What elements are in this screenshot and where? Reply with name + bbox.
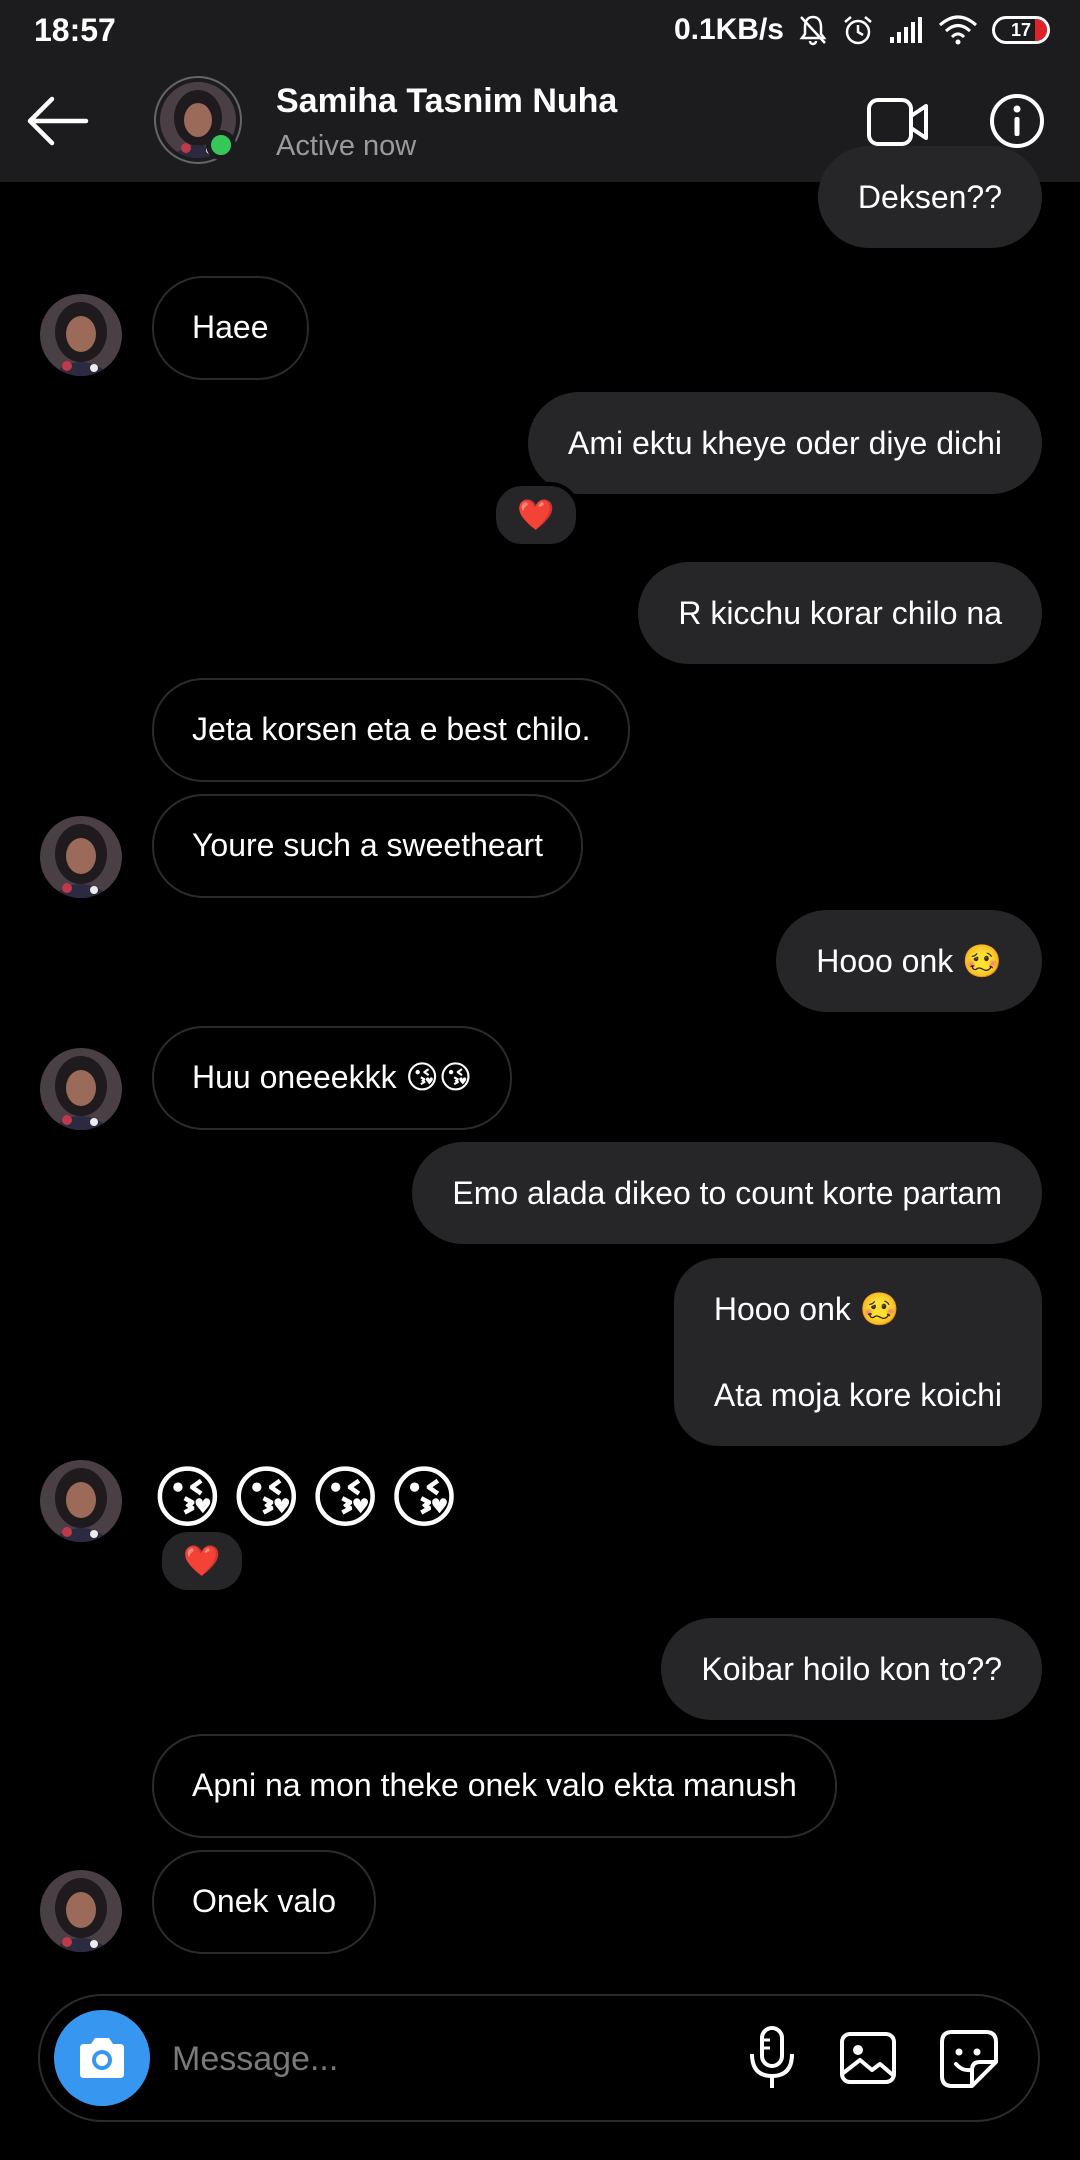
profile-photo: [40, 1870, 122, 1952]
message-bubble-received[interactable]: Huu oneeekkk 😘😘: [152, 1026, 513, 1130]
contact-status: Active now: [276, 130, 417, 162]
message-bubble-sent[interactable]: Deksen??: [817, 146, 1042, 248]
profile-photo: [40, 294, 122, 376]
message-bubble-sent[interactable]: Emo alada dikeo to count korte partam: [412, 1142, 1042, 1244]
contact-name[interactable]: Samiha Tasnim Nuha: [276, 82, 617, 121]
sender-avatar[interactable]: [40, 816, 122, 898]
status-icons: 0.1KB/s 17: [674, 10, 1050, 50]
mute-bell-icon: [799, 15, 827, 46]
status-time: 18:57: [34, 12, 116, 48]
message-bubble-sent[interactable]: Koibar hoilo kon to??: [661, 1618, 1042, 1720]
alarm-icon: [844, 16, 872, 45]
video-call-button[interactable]: [866, 96, 930, 148]
sender-avatar[interactable]: [40, 1048, 122, 1130]
kiss-emoji: 😘: [309, 1460, 381, 1536]
profile-photo: [40, 1048, 122, 1130]
message-bubble-sent[interactable]: Hooo onk 🥴: [776, 910, 1042, 1012]
signal-icon: [890, 17, 922, 43]
video-camera-icon: [867, 98, 928, 146]
status-bar: 18:57 0.1KB/s 17: [0, 0, 1080, 60]
message-bubble-sent[interactable]: R kicchu korar chilo na: [638, 562, 1042, 664]
network-speed: 0.1KB/s: [673, 13, 784, 46]
kiss-emoji: 😘: [152, 1460, 223, 1536]
kiss-emoji: 😘: [230, 1460, 302, 1536]
sender-avatar[interactable]: [40, 1460, 122, 1542]
message-input[interactable]: [170, 2030, 734, 2088]
heart-icon: ❤️: [517, 498, 555, 532]
message-bubble-received[interactable]: Jeta korsen eta e best chilo.: [152, 678, 631, 782]
back-arrow-icon: [27, 96, 89, 146]
sticker-button[interactable]: [936, 2026, 1002, 2092]
sender-avatar[interactable]: [40, 294, 122, 376]
message-bubble-received[interactable]: Onek valo: [152, 1850, 377, 1954]
battery-level: 17: [1010, 20, 1032, 40]
message-bubble-sent[interactable]: Ami ektu kheye oder diye dichi: [528, 392, 1042, 494]
message-bubble-sent[interactable]: Hooo onk 🥴 Ata moja kore koichi: [673, 1258, 1042, 1446]
camera-button[interactable]: [54, 2010, 150, 2106]
battery-icon: 17: [992, 16, 1050, 44]
back-button[interactable]: [22, 90, 92, 152]
heart-reaction[interactable]: ❤️: [158, 1528, 246, 1594]
info-button[interactable]: [988, 92, 1046, 150]
info-icon: [990, 94, 1044, 148]
gallery-icon: [840, 2032, 896, 2084]
sender-avatar[interactable]: [40, 1870, 122, 1952]
wifi-icon: [939, 15, 977, 45]
kiss-emoji: 😘: [388, 1460, 460, 1536]
profile-photo: [40, 816, 122, 898]
message-bubble-received[interactable]: Haee: [152, 276, 309, 380]
message-bubble-received[interactable]: Apni na mon theke onek valo ekta manush: [152, 1734, 837, 1838]
profile-photo: [40, 1460, 122, 1542]
voice-message-button[interactable]: [740, 2024, 804, 2092]
message-thread[interactable]: Deksen?? Haee Ami ektu kheye oder diye d…: [0, 146, 1080, 1982]
online-indicator: [206, 130, 236, 160]
message-bubble-received[interactable]: Youre such a sweetheart: [152, 794, 584, 898]
microphone-icon: [750, 2026, 794, 2088]
heart-icon: ❤️: [183, 1544, 221, 1578]
gallery-button[interactable]: [836, 2028, 900, 2088]
camera-icon: [80, 2038, 124, 2078]
heart-reaction[interactable]: ❤️: [492, 482, 580, 548]
emoji-message[interactable]: 😘 😘 😘 😘: [152, 1458, 460, 1538]
message-composer: [38, 1994, 1040, 2122]
sticker-icon: [940, 2030, 998, 2088]
